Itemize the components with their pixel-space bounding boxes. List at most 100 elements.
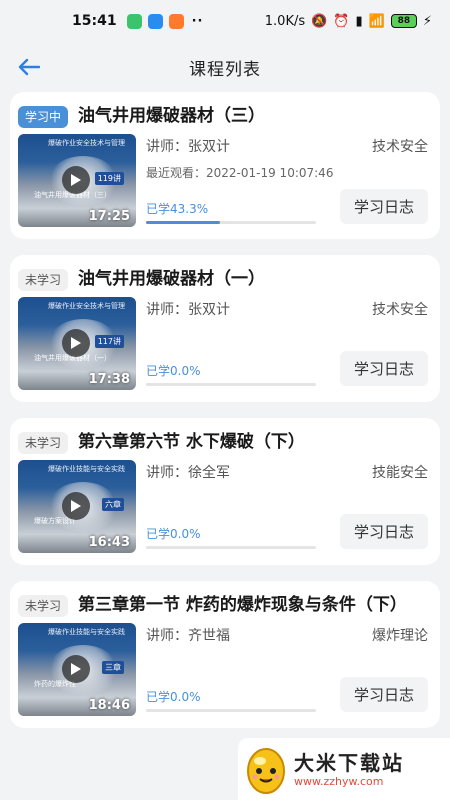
course-card[interactable]: 学习中 油气井用爆破器材（三） 爆破作业安全技术与管理 119讲 油气井用爆破器… [10, 92, 440, 239]
course-category: 技术安全 [372, 139, 428, 155]
course-card[interactable]: 未学习 油气井用爆破器材（一） 爆破作业安全技术与管理 117讲 油气井用爆破器… [10, 255, 440, 402]
progress: 已学0.0% [146, 525, 316, 549]
progress-fill [146, 221, 220, 224]
app-header: 课程列表 [0, 42, 450, 92]
progress: 已学0.0% [146, 362, 316, 386]
progress-label: 已学0.0% [146, 527, 201, 541]
video-thumbnail[interactable]: 爆破作业技能与安全实践 六章 爆破方案设计 16:43 [18, 460, 136, 553]
status-badge: 未学习 [18, 432, 69, 454]
study-log-button[interactable]: 学习日志 [339, 677, 428, 712]
status-time: 15:41 [72, 13, 117, 29]
course-meta-row: 讲师：徐全军 技能安全 [146, 460, 428, 484]
play-icon[interactable] [62, 492, 90, 520]
teacher-name: 讲师：徐全军 [146, 465, 230, 481]
recent-view-time: 最近观看：2022-01-19 10:07:46 [146, 166, 334, 180]
course-progress-row: 已学0.0% 学习日志 [146, 677, 428, 712]
course-meta-row: 讲师：齐世福 爆炸理论 [146, 623, 428, 647]
status-bar: 15:41 ·· 1.0K/s 🔕 ⏰ ▮ 📶 88 ⚡ [0, 0, 450, 42]
progress-track [146, 709, 316, 712]
thumbnail-tag: 119讲 [94, 172, 124, 185]
taobao-app-icon [168, 13, 184, 29]
status-badge: 未学习 [18, 269, 69, 291]
battery-icon: 88 [390, 14, 417, 28]
thumbnail-banner-text: 爆破作业技能与安全实践 [48, 465, 125, 473]
course-title[interactable]: 油气井用爆破器材（一） [78, 267, 265, 291]
course-info: 讲师：齐世福 爆炸理论 已学0.0% 学习日志 [136, 623, 428, 716]
video-thumbnail[interactable]: 爆破作业安全技术与管理 117讲 油气井用爆破器材（一） 17:38 [18, 297, 136, 390]
video-thumbnail[interactable]: 爆破作业技能与安全实践 三章 炸药的爆炸性 18:46 [18, 623, 136, 716]
course-title[interactable]: 第六章第六节 水下爆破（下） [78, 430, 305, 454]
progress-track [146, 546, 316, 549]
thumbnail-tag: 六章 [102, 498, 124, 511]
play-icon[interactable] [62, 166, 90, 194]
video-duration: 17:38 [88, 372, 130, 387]
wifi-icon: 📶 [368, 13, 385, 29]
play-icon[interactable] [62, 655, 90, 683]
progress-track [146, 383, 316, 386]
video-duration: 16:43 [88, 535, 130, 550]
status-badge: 未学习 [18, 595, 69, 617]
study-log-button[interactable]: 学习日志 [339, 189, 428, 224]
alarm-icon: ⏰ [333, 13, 350, 29]
course-category: 技术安全 [372, 302, 428, 318]
study-log-button[interactable]: 学习日志 [339, 351, 428, 386]
rice-mascot-logo-icon [244, 743, 288, 795]
thumbnail-tag: 117讲 [94, 335, 124, 348]
thumbnail-banner-text: 爆破作业安全技术与管理 [48, 302, 125, 310]
play-icon[interactable] [62, 329, 90, 357]
course-title[interactable]: 油气井用爆破器材（三） [78, 104, 265, 128]
wechat-app-icon [126, 13, 142, 29]
teacher-name: 讲师：齐世福 [146, 628, 230, 644]
course-progress-row: 已学0.0% 学习日志 [146, 351, 428, 386]
net-speed: 1.0K/s [264, 13, 306, 29]
more-notifications-icon: ·· [191, 13, 204, 29]
video-duration: 17:25 [88, 209, 130, 224]
course-card-body: 爆破作业技能与安全实践 三章 炸药的爆炸性 18:46 讲师：齐世福 爆炸理论 [18, 623, 428, 716]
status-badge: 学习中 [18, 106, 69, 128]
course-info: 讲师：徐全军 技能安全 已学0.0% 学习日志 [136, 460, 428, 553]
video-thumbnail[interactable]: 爆破作业安全技术与管理 119讲 油气井用爆破器材（三） 17:25 [18, 134, 136, 227]
course-info: 讲师：张双计 技术安全 已学0.0% 学习日志 [136, 297, 428, 390]
progress: 已学0.0% [146, 688, 316, 712]
course-title[interactable]: 第三章第一节 炸药的爆炸现象与条件（下） [78, 593, 407, 617]
study-log-button[interactable]: 学习日志 [339, 514, 428, 549]
progress: 已学43.3% [146, 200, 316, 224]
watermark-overlay: 大米下载站 www.zzhyw.com [238, 738, 450, 800]
thumbnail-tag: 三章 [102, 661, 124, 674]
teacher-name: 讲师：张双计 [146, 302, 230, 318]
page-title: 课程列表 [189, 59, 261, 80]
course-card[interactable]: 未学习 第六章第六节 水下爆破（下） 爆破作业技能与安全实践 六章 爆破方案设计… [10, 418, 440, 565]
chat-app-icon [147, 13, 163, 29]
thumbnail-banner-text: 爆破作业技能与安全实践 [48, 628, 125, 636]
course-progress-row: 已学43.3% 学习日志 [146, 189, 428, 224]
course-card-body: 爆破作业安全技术与管理 117讲 油气井用爆破器材（一） 17:38 讲师：张双… [18, 297, 428, 390]
progress-track [146, 221, 316, 224]
course-category: 技能安全 [372, 465, 428, 481]
thumbnail-banner-text: 爆破作业安全技术与管理 [48, 139, 125, 147]
course-category: 爆炸理论 [372, 628, 428, 644]
course-card-head: 未学习 油气井用爆破器材（一） [18, 267, 428, 291]
watermark-url: www.zzhyw.com [294, 774, 384, 788]
watermark-text: 大米下载站 www.zzhyw.com [288, 751, 404, 788]
teacher-name: 讲师：张双计 [146, 139, 230, 155]
course-meta-row: 讲师：张双计 技术安全 [146, 297, 428, 321]
progress-label: 已学0.0% [146, 690, 201, 704]
arrow-left-icon [18, 58, 40, 76]
course-card[interactable]: 未学习 第三章第一节 炸药的爆炸现象与条件（下） 爆破作业技能与安全实践 三章 … [10, 581, 440, 728]
course-card-body: 爆破作业安全技术与管理 119讲 油气井用爆破器材（三） 17:25 讲师：张双… [18, 134, 428, 227]
mute-icon: 🔕 [311, 13, 328, 29]
course-card-head: 未学习 第六章第六节 水下爆破（下） [18, 430, 428, 454]
course-card-body: 爆破作业技能与安全实践 六章 爆破方案设计 16:43 讲师：徐全军 技能安全 [18, 460, 428, 553]
signal-icon: ▮ [355, 13, 363, 29]
course-card-head: 学习中 油气井用爆破器材（三） [18, 104, 428, 128]
progress-label: 已学0.0% [146, 364, 201, 378]
back-button[interactable] [14, 52, 44, 82]
watermark-name: 大米下载站 [294, 750, 404, 775]
course-info: 讲师：张双计 技术安全 最近观看：2022-01-19 10:07:46 已学4… [136, 134, 428, 227]
course-list: 学习中 油气井用爆破器材（三） 爆破作业安全技术与管理 119讲 油气井用爆破器… [0, 92, 450, 728]
progress-label: 已学43.3% [146, 202, 209, 216]
course-card-head: 未学习 第三章第一节 炸药的爆炸现象与条件（下） [18, 593, 428, 617]
course-progress-row: 已学0.0% 学习日志 [146, 514, 428, 549]
video-duration: 18:46 [88, 698, 130, 713]
charging-icon: ⚡ [422, 13, 432, 29]
